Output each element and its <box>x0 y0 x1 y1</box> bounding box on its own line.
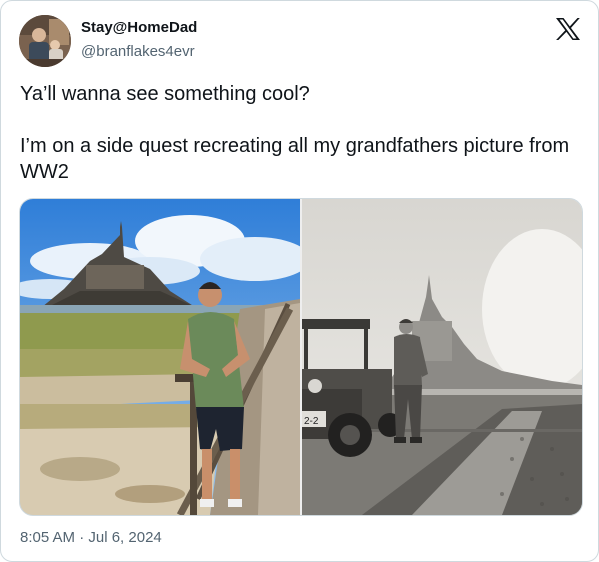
avatar[interactable] <box>19 15 71 67</box>
modern-photo[interactable] <box>20 199 300 515</box>
ww2-photo[interactable]: 2-2 <box>302 199 582 515</box>
tweet-timestamp[interactable]: 8:05 AM · Jul 6, 2024 <box>20 529 162 546</box>
author-display-name[interactable]: Stay@HomeDad <box>81 19 197 36</box>
media-grid: 2-2 <box>19 198 583 516</box>
tweet-text: Ya’ll wanna see something cool? I’m on a… <box>20 81 585 185</box>
tweet-text-line-2: I’m on a side quest recreating all my gr… <box>20 135 570 183</box>
x-logo-icon[interactable] <box>555 17 581 41</box>
author-handle[interactable]: @branflakes4evr <box>81 43 195 60</box>
tweet-text-line-1: Ya’ll wanna see something cool? <box>20 83 310 105</box>
jeep-marking: 2-2 <box>304 416 319 427</box>
tweet-card: Stay@HomeDad @branflakes4evr Ya’ll wanna… <box>0 0 599 562</box>
